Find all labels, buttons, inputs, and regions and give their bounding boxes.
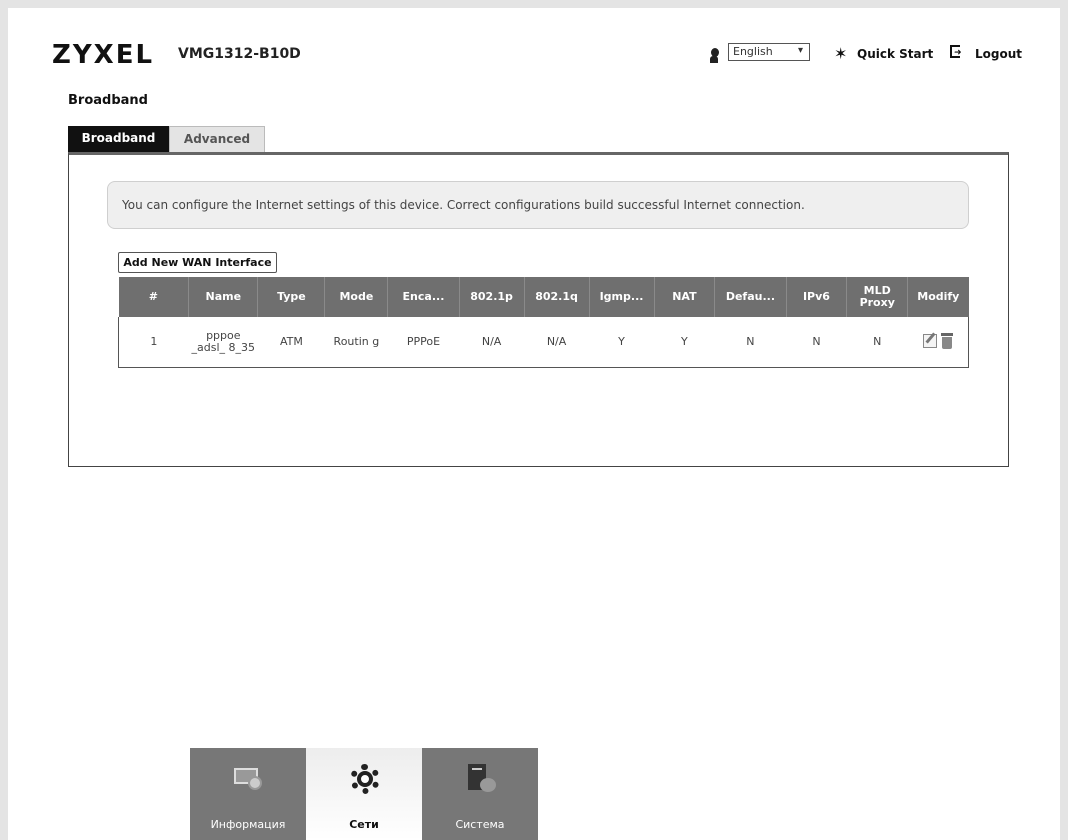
header-num[interactable]: # (118, 277, 189, 317)
magic-wand-icon[interactable]: ✶ (834, 44, 847, 63)
chevron-down-icon: ▾ (797, 45, 803, 56)
nav-item-information[interactable]: Информация (190, 748, 306, 840)
cell-num: 1 (117, 317, 189, 368)
person-icon (710, 48, 719, 63)
cell-8021q: N/A (524, 317, 590, 368)
header-modify: Modify (907, 277, 969, 317)
header-default[interactable]: Defau... (714, 277, 787, 317)
header-8021p[interactable]: 802.1p (458, 277, 525, 317)
cell-8021p: N/A (459, 317, 525, 368)
language-select[interactable]: English ▾ (728, 43, 810, 61)
cell-ipv6: N (786, 317, 847, 368)
header-mld-proxy[interactable]: MLD Proxy (846, 277, 908, 317)
add-wan-interface-button[interactable]: Add New WAN Interface (118, 252, 277, 273)
header-nat[interactable]: NAT (653, 277, 715, 317)
cell-name: pppoe _adsl_ 8_35 (188, 317, 258, 368)
cell-modify (907, 317, 969, 368)
header-mode[interactable]: Mode (324, 277, 388, 317)
gear-icon (346, 762, 382, 794)
tab-broadband[interactable]: Broadband (68, 126, 169, 153)
nav-item-system[interactable]: Система (422, 748, 538, 840)
nav-item-network[interactable]: Сети (306, 748, 422, 840)
info-message: You can configure the Internet settings … (107, 181, 969, 229)
cell-igmp: Y (589, 317, 654, 368)
table-row: 1 pppoe _adsl_ 8_35 ATM Routin g PPPoE N… (117, 317, 969, 368)
cell-mode: Routin g (324, 317, 388, 368)
cell-encapsulation: PPPoE (387, 317, 460, 368)
nav-label: Сети (349, 818, 379, 831)
tab-advanced[interactable]: Advanced (169, 126, 265, 153)
system-icon (462, 762, 498, 794)
cell-type: ATM (257, 317, 325, 368)
header-type[interactable]: Type (257, 277, 325, 317)
nav-label: Информация (210, 818, 286, 831)
model-name: VMG1312-B10D (178, 46, 301, 62)
cell-default: N (714, 317, 787, 368)
trash-icon[interactable] (940, 332, 953, 349)
header-name[interactable]: Name (188, 277, 258, 317)
logout-icon[interactable]: ➜ (950, 45, 962, 58)
page-title: Broadband (68, 93, 148, 108)
table-header-row: # Name Type Mode Enca... 802.1p 802.1q I… (118, 277, 969, 317)
cell-mld-proxy: N (846, 317, 908, 368)
edit-icon[interactable] (922, 333, 937, 348)
header-ipv6[interactable]: IPv6 (785, 277, 847, 317)
wan-table: # Name Type Mode Enca... 802.1p 802.1q I… (117, 277, 969, 368)
header-8021q[interactable]: 802.1q (523, 277, 590, 317)
brand-logo: ZYXEL (52, 40, 155, 70)
nav-label: Система (455, 818, 505, 831)
monitor-icon (230, 762, 266, 794)
header-encapsulation[interactable]: Enca... (387, 277, 460, 317)
language-value: English (733, 45, 773, 58)
quick-start-link[interactable]: Quick Start (857, 47, 933, 61)
logout-link[interactable]: Logout (975, 47, 1022, 61)
header-igmp[interactable]: Igmp... (588, 277, 654, 317)
bottom-nav: Информация Сети Система (190, 748, 538, 840)
cell-nat: Y (654, 317, 715, 368)
